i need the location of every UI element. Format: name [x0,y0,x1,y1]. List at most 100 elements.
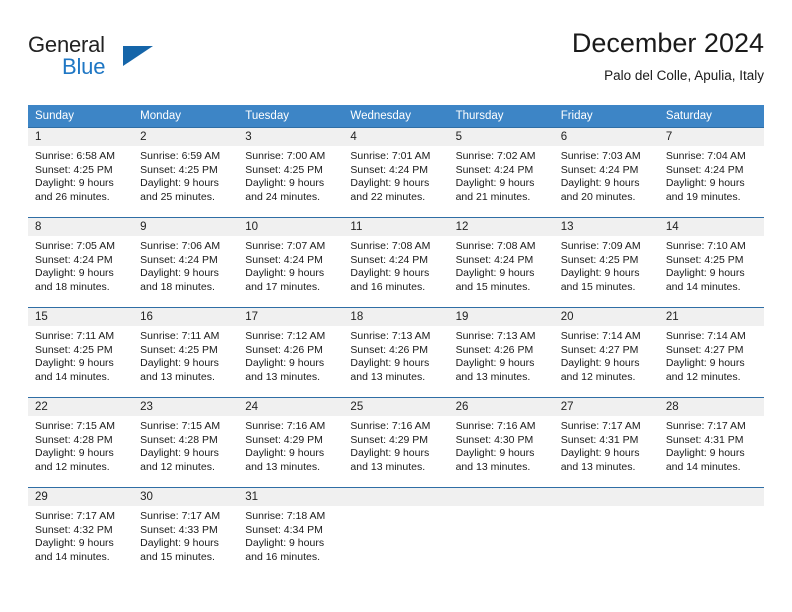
calendar-grid: Sunday Monday Tuesday Wednesday Thursday Frid… [28,105,764,578]
calendar-day-cell[interactable]: 31 Sunrise: 7:18 AM Sunset: 4:34 PM Dayligh… [238,487,344,578]
day-info-daylight-line1: Daylight: 9 hours [455,267,535,280]
day-info-daylight-line2: and 15 minutes. [560,280,636,293]
day-info-sunset: Sunset: 4:26 PM [245,343,323,356]
day-number: 5 [448,128,554,146]
day-info-daylight-line2: and 12 minutes. [35,460,110,473]
day-info: Sunrise: 7:04 AM Sunset: 4:24 PM Daylight:… [659,146,764,204]
day-info-sunrise: Sunrise: 6:58 AM [35,150,115,162]
day-info-daylight-line2: and 13 minutes. [140,370,215,383]
calendar-day-cell[interactable]: 21 Sunrise: 7:14 AM Sunset: 4:27 PM Dayligh… [658,307,764,398]
weekday-header-tuesday: Tuesday [238,105,344,128]
day-info-daylight-line1: Daylight: 9 hours [35,537,114,550]
calendar-day-cell[interactable]: 25 Sunrise: 7:16 AM Sunset: 4:29 PM Dayligh… [343,397,449,488]
day-info-sunrise: Sunrise: 7:02 AM [455,150,536,162]
calendar-day-cell[interactable]: 15 Sunrise: 7:11 AM Sunset: 4:25 PM Dayligh… [28,307,134,398]
day-info-sunset: Sunset: 4:28 PM [140,433,218,446]
day-info-daylight-line1: Daylight: 9 hours [140,447,219,460]
day-info-daylight-line1: Daylight: 9 hours [350,267,430,280]
calendar-day-cell[interactable]: 4 Sunrise: 7:01 AM Sunset: 4:24 PM Daylight… [343,127,449,218]
day-info-daylight-line1: Daylight: 9 hours [35,267,114,280]
calendar-day-cell[interactable]: 19 Sunrise: 7:13 AM Sunset: 4:26 PM Dayligh… [448,307,554,398]
day-info-daylight-line2: and 12 minutes. [665,370,741,383]
brand-logo[interactable]: General Blue [28,32,238,92]
calendar-day-cell[interactable]: 28 Sunrise: 7:17 AM Sunset: 4:31 PM Dayligh… [658,397,764,488]
day-info-sunrise: Sunrise: 7:00 AM [245,150,326,162]
day-number: 23 [133,398,239,416]
calendar-day-cell[interactable]: 1 Sunrise: 6:58 AM Sunset: 4:25 PM Daylight… [28,127,134,218]
calendar-day-cell[interactable]: 5 Sunrise: 7:02 AM Sunset: 4:24 PM Daylight… [448,127,554,218]
day-info: Sunrise: 7:16 AM Sunset: 4:29 PM Daylight:… [238,416,343,474]
calendar-day-cell[interactable]: 8 Sunrise: 7:05 AM Sunset: 4:24 PM Daylight… [28,217,134,308]
calendar-day-cell[interactable]: 13 Sunrise: 7:09 AM Sunset: 4:25 PM Dayligh… [553,217,659,308]
calendar-day-cell[interactable]: 23 Sunrise: 7:15 AM Sunset: 4:28 PM Dayligh… [133,397,239,488]
day-info-sunset: Sunset: 4:25 PM [35,163,113,176]
day-info: Sunrise: 7:15 AM Sunset: 4:28 PM Daylight:… [133,416,238,474]
day-number [658,488,764,506]
day-info-daylight-line1: Daylight: 9 hours [245,357,325,370]
day-info-sunset: Sunset: 4:33 PM [140,523,218,536]
weekday-header-thursday: Thursday [448,105,554,128]
day-info-daylight-line1: Daylight: 9 hours [140,267,219,280]
calendar-day-cell[interactable]: 18 Sunrise: 7:13 AM Sunset: 4:26 PM Dayligh… [343,307,449,398]
calendar-week-row: 29 Sunrise: 7:17 AM Sunset: 4:32 PM Dayligh… [28,487,764,578]
day-number: 26 [448,398,554,416]
calendar-header-row: Sunday Monday Tuesday Wednesday Thursday Frid… [28,105,764,128]
calendar-day-cell[interactable]: 26 Sunrise: 7:16 AM Sunset: 4:30 PM Dayligh… [448,397,554,488]
day-info-daylight-line2: and 15 minutes. [140,550,215,563]
day-info-daylight-line2: and 25 minutes. [140,190,215,203]
day-info-daylight-line2: and 26 minutes. [35,190,110,203]
calendar-day-cell[interactable]: 17 Sunrise: 7:12 AM Sunset: 4:26 PM Dayligh… [238,307,344,398]
day-info: Sunrise: 7:15 AM Sunset: 4:28 PM Daylight:… [28,416,133,474]
calendar-day-cell[interactable]: 12 Sunrise: 7:08 AM Sunset: 4:24 PM Dayligh… [448,217,554,308]
day-info-sunrise: Sunrise: 7:14 AM [665,330,746,342]
day-info-sunrise: Sunrise: 7:14 AM [560,330,641,342]
day-info-sunset: Sunset: 4:29 PM [245,433,323,446]
calendar-day-cell[interactable]: 2 Sunrise: 6:59 AM Sunset: 4:25 PM Daylight… [133,127,239,218]
day-info-daylight-line1: Daylight: 9 hours [455,447,535,460]
day-info-daylight-line1: Daylight: 9 hours [245,537,325,550]
day-info: Sunrise: 7:14 AM Sunset: 4:27 PM Daylight:… [659,326,764,384]
calendar-day-cell[interactable]: 6 Sunrise: 7:03 AM Sunset: 4:24 PM Daylight… [553,127,659,218]
calendar-day-cell[interactable]: 3 Sunrise: 7:00 AM Sunset: 4:25 PM Daylight… [238,127,344,218]
day-number: 1 [28,128,134,146]
calendar-day-cell[interactable]: 24 Sunrise: 7:16 AM Sunset: 4:29 PM Dayligh… [238,397,344,488]
day-info-daylight-line2: and 13 minutes. [350,370,426,383]
calendar-day-cell[interactable]: 9 Sunrise: 7:06 AM Sunset: 4:24 PM Daylight… [133,217,239,308]
day-number: 12 [448,218,554,236]
day-info-sunset: Sunset: 4:24 PM [665,163,744,176]
calendar-day-cell[interactable]: 11 Sunrise: 7:08 AM Sunset: 4:24 PM Dayligh… [343,217,449,308]
day-info-daylight-line2: and 13 minutes. [245,460,320,473]
calendar-page: General Blue December 2024 Palo del Coll… [0,0,792,612]
calendar-day-cell[interactable]: 20 Sunrise: 7:14 AM Sunset: 4:27 PM Dayligh… [553,307,659,398]
day-info-daylight-line2: and 18 minutes. [140,280,215,293]
day-info: Sunrise: 7:06 AM Sunset: 4:24 PM Daylight:… [133,236,238,294]
day-info-sunset: Sunset: 4:31 PM [560,433,639,446]
calendar-day-cell[interactable]: 16 Sunrise: 7:11 AM Sunset: 4:25 PM Dayligh… [133,307,239,398]
day-info-sunset: Sunset: 4:24 PM [455,163,534,176]
calendar-day-cell[interactable]: 22 Sunrise: 7:15 AM Sunset: 4:28 PM Dayligh… [28,397,134,488]
day-info-sunset: Sunset: 4:24 PM [350,163,429,176]
day-number: 16 [133,308,239,326]
calendar-cell-empty [658,487,764,578]
day-info-daylight-line1: Daylight: 9 hours [350,177,430,190]
day-info-daylight-line1: Daylight: 9 hours [455,177,535,190]
day-info-daylight-line2: and 24 minutes. [245,190,320,203]
calendar-cell-empty [553,487,659,578]
day-number: 27 [553,398,659,416]
calendar-day-cell[interactable]: 10 Sunrise: 7:07 AM Sunset: 4:24 PM Dayligh… [238,217,344,308]
calendar-cell-empty [448,487,554,578]
calendar-day-cell[interactable]: 30 Sunrise: 7:17 AM Sunset: 4:33 PM Dayligh… [133,487,239,578]
day-info-sunrise: Sunrise: 7:15 AM [140,420,221,432]
calendar-day-cell[interactable]: 27 Sunrise: 7:17 AM Sunset: 4:31 PM Dayligh… [553,397,659,488]
day-info-daylight-line1: Daylight: 9 hours [665,177,745,190]
day-info-sunset: Sunset: 4:24 PM [560,163,639,176]
calendar-day-cell[interactable]: 14 Sunrise: 7:10 AM Sunset: 4:25 PM Dayligh… [658,217,764,308]
weekday-header-sunday: Sunday [28,105,134,128]
calendar-day-cell[interactable]: 29 Sunrise: 7:17 AM Sunset: 4:32 PM Dayligh… [28,487,134,578]
calendar-day-cell[interactable]: 7 Sunrise: 7:04 AM Sunset: 4:24 PM Daylight… [658,127,764,218]
day-info-daylight-line1: Daylight: 9 hours [245,267,325,280]
day-info: Sunrise: 7:17 AM Sunset: 4:31 PM Daylight:… [554,416,659,474]
day-info-sunset: Sunset: 4:25 PM [665,253,744,266]
day-info: Sunrise: 7:13 AM Sunset: 4:26 PM Daylight:… [449,326,554,384]
weekday-header-saturday: Saturday [658,105,764,128]
